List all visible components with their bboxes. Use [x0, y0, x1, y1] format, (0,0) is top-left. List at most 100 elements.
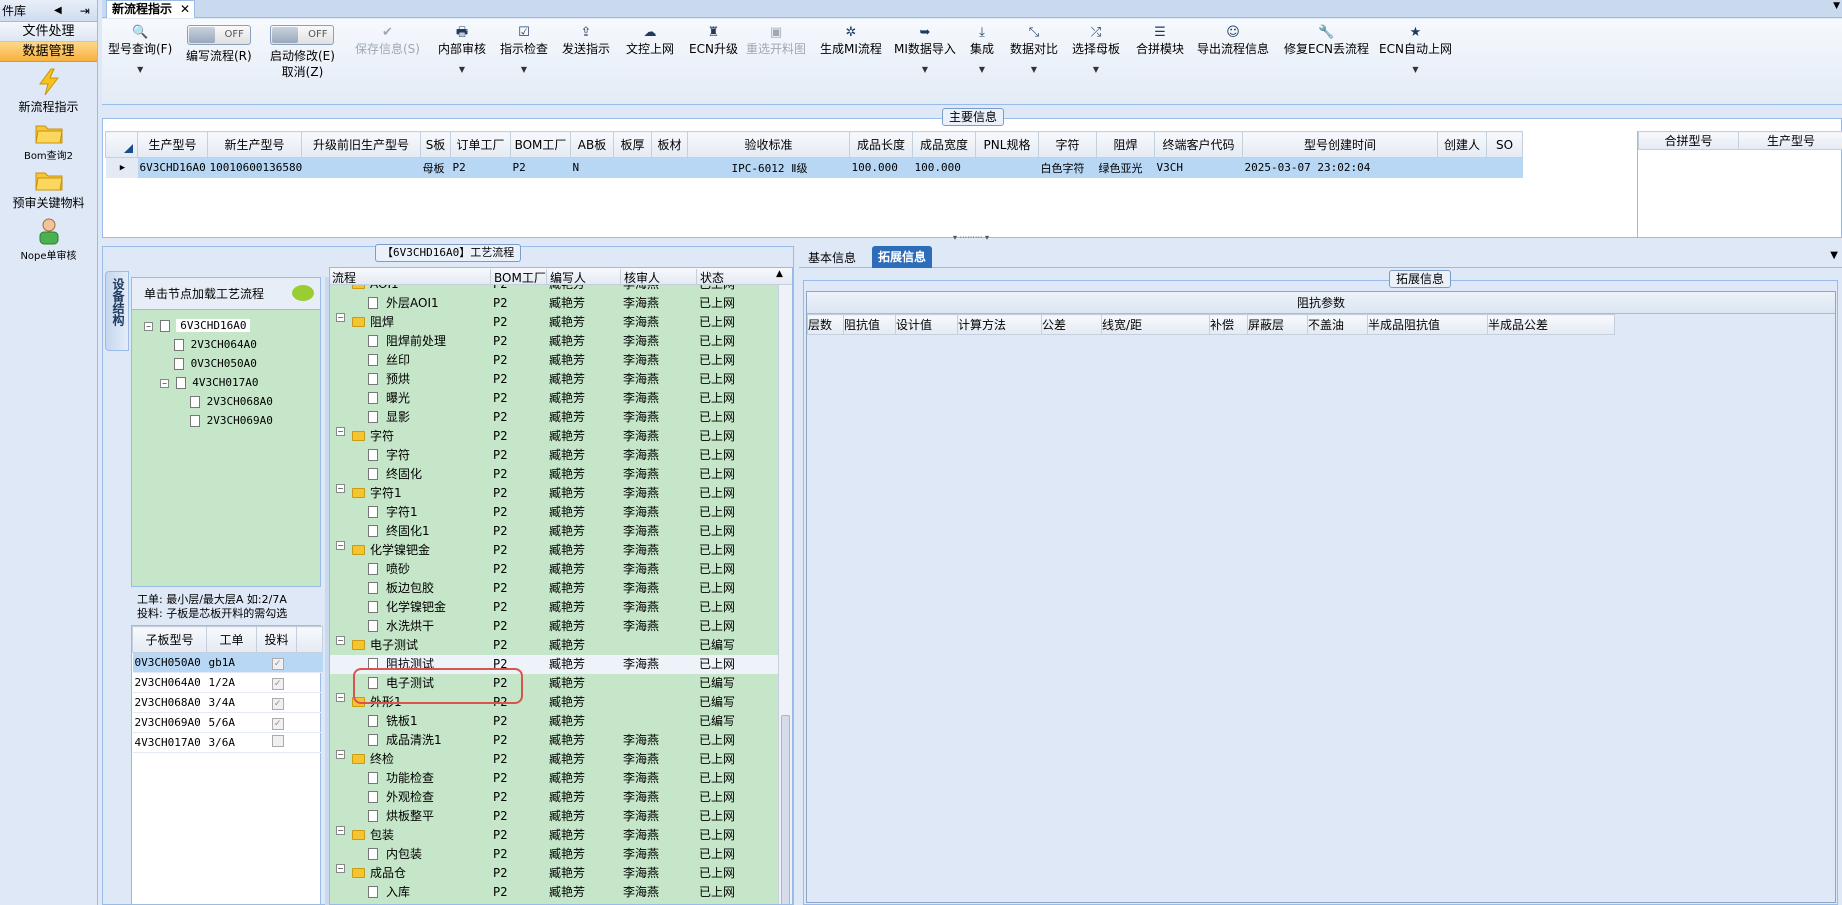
flow-row[interactable]: 字符 P2 臧艳芳 李海燕 已上网	[330, 446, 778, 465]
table-row[interactable]: 4V3CH017A0 3/6A	[132, 733, 323, 753]
cell[interactable]: 100.000	[913, 158, 976, 178]
col-header[interactable]: 补偿	[1209, 314, 1248, 335]
collapse-node-icon[interactable]: −	[336, 313, 345, 322]
flow-row[interactable]: 曝光 P2 臧艳芳 李海燕 已上网	[330, 389, 778, 408]
col-header[interactable]: 公差	[1041, 314, 1102, 335]
col-header[interactable]: 阻抗值	[843, 314, 896, 335]
tab-basic-info[interactable]: 基本信息	[802, 248, 862, 268]
collapse-node-icon[interactable]: −	[336, 864, 345, 873]
scrollbar-thumb[interactable]	[781, 715, 790, 904]
col-header[interactable]: 板厚	[613, 131, 652, 158]
col-header[interactable]: 不盖油	[1307, 314, 1368, 335]
tree-node[interactable]: − 4V3CH017A0	[160, 373, 258, 392]
cancel-label[interactable]: 取消(Z)	[282, 65, 324, 79]
table-row[interactable]: ▶ 6V3CHD16A0 10010600136580 母板 P2 P2 N I…	[105, 157, 1523, 178]
cell[interactable]: N	[571, 158, 614, 178]
col-header[interactable]: BOM工厂	[510, 131, 571, 158]
col-header[interactable]: 半成品阻抗值	[1367, 314, 1488, 335]
checkbox[interactable]: ✓	[257, 673, 297, 693]
pin-icon[interactable]: ⇥	[80, 4, 90, 18]
cell[interactable]: 5/6A	[207, 713, 257, 733]
toggle-switch[interactable]: OFF	[270, 25, 335, 45]
cell[interactable]	[976, 158, 1039, 178]
ecn-auto-online-button[interactable]: ★ ECN自动上网 ▼	[1379, 25, 1452, 74]
close-icon[interactable]: ✕	[180, 1, 190, 17]
nav-item-prereview[interactable]: 预审关键物料	[0, 168, 97, 211]
start-modify-toggle[interactable]: OFF 启动修改(E) 取消(Z)	[270, 25, 335, 84]
reselect-cut-drawing-button[interactable]: ▣ 重选开料图	[746, 25, 806, 57]
col-header[interactable]: 阻焊	[1096, 131, 1155, 158]
collapse-node-icon[interactable]: −	[336, 541, 345, 550]
cell[interactable]: IPC-6012 Ⅱ级	[688, 158, 850, 178]
collapse-icon[interactable]: ◀	[54, 5, 62, 16]
col-header[interactable]: 订单工厂	[450, 131, 511, 158]
col-header[interactable]: 屏蔽层	[1247, 314, 1308, 335]
col-header[interactable]: 生产型号	[1738, 131, 1842, 150]
table-row[interactable]: 0V3CH050A0 gb1A ✓	[132, 652, 323, 673]
save-info-button[interactable]: ✔ 保存信息(S)	[355, 25, 420, 57]
flow-row[interactable]: − 字符 P2 臧艳芳 李海燕 已上网	[330, 427, 778, 446]
collapse-node-icon[interactable]: −	[336, 750, 345, 759]
col-header[interactable]: 升级前旧生产型号	[301, 131, 421, 158]
flow-row[interactable]: 预烘 P2 臧艳芳 李海燕 已上网	[330, 370, 778, 389]
tree-node[interactable]: − 6V3CHD16A0	[144, 316, 251, 335]
flow-row[interactable]: 终固化 P2 臧艳芳 李海燕 已上网	[330, 465, 778, 484]
merge-module-button[interactable]: ☰ 合拼模块	[1136, 25, 1184, 57]
cell[interactable]: 3/6A	[207, 733, 257, 753]
col-header[interactable]: 投料	[256, 626, 297, 653]
col-header[interactable]: 板材	[651, 131, 688, 158]
checkbox[interactable]	[257, 733, 297, 753]
col-header[interactable]: 合拼型号	[1638, 131, 1739, 150]
flow-row[interactable]: 显影 P2 臧艳芳 李海燕 已上网	[330, 408, 778, 427]
cell[interactable]: P2	[451, 158, 511, 178]
collapse-node-icon[interactable]: −	[336, 693, 345, 702]
select-mother-board-button[interactable]: ⤮ 选择母板 ▼	[1072, 25, 1120, 74]
flow-row[interactable]: − 电子测试 P2 臧艳芳 已编写	[330, 636, 778, 655]
col-header[interactable]: 计算方法	[957, 314, 1042, 335]
flow-row[interactable]: 外观检查 P2 臧艳芳 李海燕 已上网	[330, 788, 778, 807]
cell[interactable]: 10010600136580	[208, 158, 302, 178]
col-header[interactable]: 字符	[1038, 131, 1097, 158]
cell[interactable]	[652, 158, 688, 178]
tree-node[interactable]: 2V3CH064A0	[174, 335, 257, 354]
col-header[interactable]: 流程	[332, 269, 356, 286]
splitter-grip[interactable]: ▾ ········· ▾	[953, 233, 989, 242]
col-header[interactable]: 核审人	[620, 269, 660, 286]
cell[interactable]: V3CH	[1155, 158, 1243, 178]
cell[interactable]	[1438, 158, 1487, 178]
tab-extended-info[interactable]: 拓展信息	[872, 246, 933, 268]
cell[interactable]: 母板	[421, 158, 451, 178]
col-header[interactable]: 线宽/距	[1101, 314, 1210, 335]
data-compare-button[interactable]: ⤡ 数据对比 ▼	[1010, 25, 1058, 74]
flow-row[interactable]: 功能检查 P2 臧艳芳 李海燕 已上网	[330, 769, 778, 788]
col-header[interactable]: 新生产型号	[207, 131, 302, 158]
flow-row[interactable]: 内包装 P2 臧艳芳 李海燕 已上网	[330, 845, 778, 864]
col-header[interactable]: BOM工厂	[490, 269, 546, 286]
cell[interactable]	[302, 158, 421, 178]
flow-row[interactable]: 烘板整平 P2 臧艳芳 李海燕 已上网	[330, 807, 778, 826]
flow-row[interactable]: 水洗烘干 P2 臧艳芳 李海燕 已上网	[330, 617, 778, 636]
nav-file-processing[interactable]: 文件处理	[0, 22, 97, 42]
tree-node[interactable]: 0V3CH050A0	[174, 354, 257, 373]
flow-row[interactable]: 化学镍钯金 P2 臧艳芳 李海燕 已上网	[330, 598, 778, 617]
col-header[interactable]: 型号创建时间	[1242, 131, 1438, 158]
instruction-check-button[interactable]: ☑ 指示检查 ▼	[500, 25, 548, 74]
tree-node[interactable]: 2V3CH068A0	[190, 392, 273, 411]
flow-row[interactable]: − 阻焊 P2 臧艳芳 李海燕 已上网	[330, 313, 778, 332]
scroll-up-icon[interactable]: ▲	[776, 269, 783, 279]
toggle-switch[interactable]: OFF	[186, 25, 251, 45]
col-header[interactable]: 编写人	[546, 269, 586, 286]
cell[interactable]: 2V3CH069A0	[133, 713, 207, 733]
cell[interactable]: 绿色亚光	[1097, 158, 1155, 178]
flow-row[interactable]: 字符1 P2 臧艳芳 李海燕 已上网	[330, 503, 778, 522]
nav-item-nope-review[interactable]: Nope单审核	[0, 217, 97, 262]
flow-row[interactable]: − 字符1 P2 臧艳芳 李海燕 已上网	[330, 484, 778, 503]
table-row[interactable]: 2V3CH064A0 1/2A ✓	[132, 673, 323, 693]
cell[interactable]: 2025-03-07 23:02:04	[1243, 158, 1438, 178]
checkbox[interactable]: ✓	[257, 693, 297, 713]
cell[interactable]: 2V3CH064A0	[133, 673, 207, 693]
col-header[interactable]: 成品宽度	[912, 131, 976, 158]
tab-new-flow[interactable]: 新流程指示 ✕	[106, 0, 196, 18]
col-header[interactable]: 状态	[696, 269, 724, 286]
col-header[interactable]: PNL规格	[975, 131, 1039, 158]
